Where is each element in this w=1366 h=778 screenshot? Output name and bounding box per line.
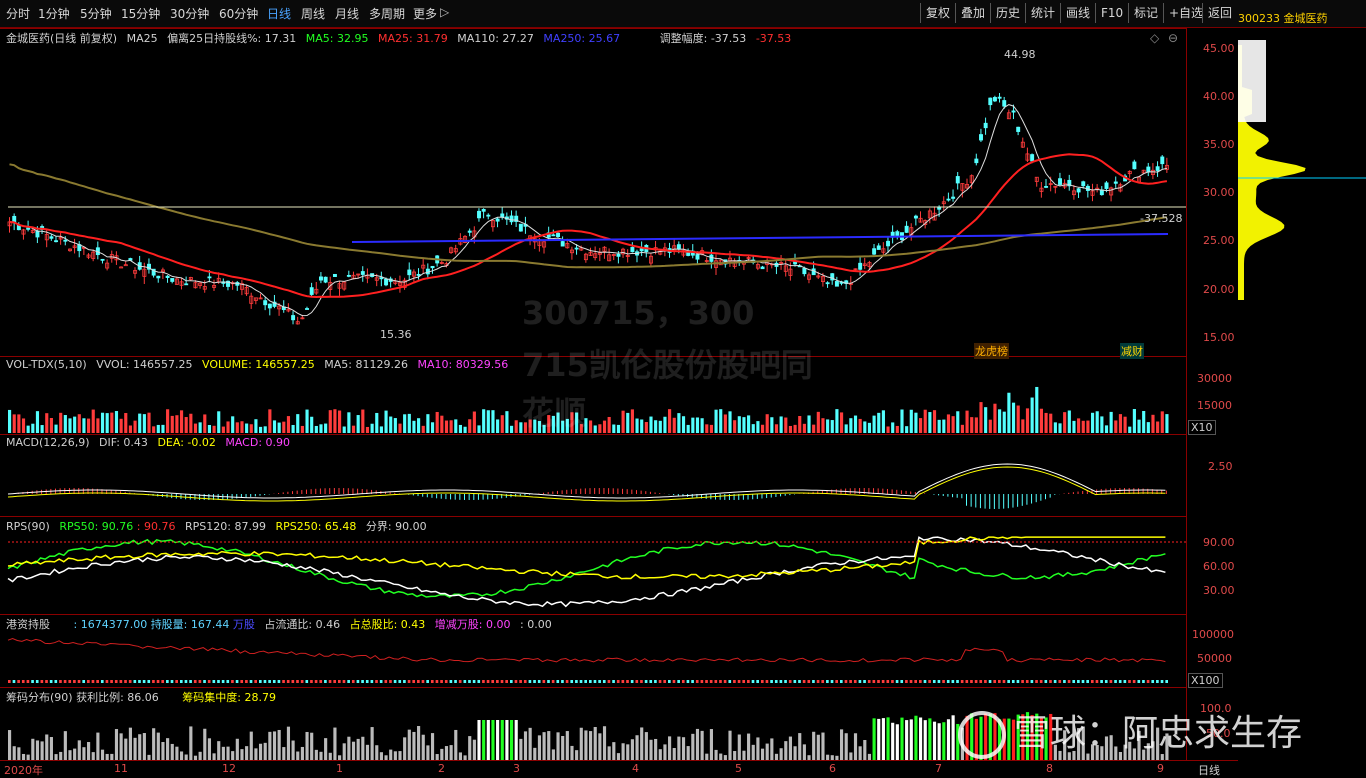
vol-y-tick: 15000 (1197, 399, 1232, 412)
macd-value: MACD: 0.90 (225, 436, 291, 449)
period-label: 日线 (1198, 764, 1220, 777)
hk-v1: : 1674377.00 (73, 618, 148, 631)
chip-title: 筹码分布(90) (6, 691, 73, 704)
collapse-icon[interactable]: ⊖ (1168, 31, 1178, 45)
x-label: 3 (513, 762, 520, 775)
x-label: 4 (632, 762, 639, 775)
x-label: 2020年 (4, 764, 43, 777)
volume-value: VOLUME: 146557.25 (202, 358, 315, 371)
watermark-line1: 300715，300 (522, 294, 755, 332)
low-label: 15.36 (380, 328, 412, 341)
x-label: 5 (735, 762, 742, 775)
watermark-line3: 花顺 (522, 394, 587, 432)
macd-panel: MACD(12,26,9) DIF: 0.43 DEA: -0.02 MACD:… (0, 434, 1186, 517)
macd-y-tick: 2.50 (1208, 460, 1233, 473)
ma25-value: MA25: 31.79 (377, 32, 448, 45)
vol-y-tick: 30000 (1197, 372, 1232, 385)
hk-total-ratio: 占总股比: 0.43 (349, 618, 426, 631)
y-tick: 25.00 (1203, 234, 1235, 247)
y-tick: 45.00 (1203, 42, 1235, 55)
right-label: -37.528 (1140, 212, 1183, 225)
x-label: 8 (1046, 762, 1053, 775)
x-label: 12 (222, 762, 236, 775)
y-tick: 30.00 (1203, 186, 1235, 199)
bias-label: 偏离25日持股线%: 17.31 (167, 32, 297, 45)
adjust-value: 调整幅度: -37.53 (659, 32, 747, 45)
rps120-value: RPS120: 87.99 (185, 520, 266, 533)
hk-hold: 持股量: 167.44 (150, 618, 230, 631)
y-tick: 40.00 (1203, 90, 1235, 103)
hk-unit: 万股 (232, 618, 255, 631)
hk-float-ratio: 占流通比: 0.46 (264, 618, 341, 631)
chip-concentration: 筹码集中度: 28.79 (182, 691, 276, 704)
ma250-value: MA250: 25.67 (543, 32, 621, 45)
adjust-value-2: -37.53 (755, 32, 792, 45)
main-title: 金城医药(日线 前复权) (6, 32, 118, 45)
y-tick: 35.00 (1203, 138, 1235, 151)
macd-title: MACD(12,26,9) (6, 436, 90, 449)
rps-y-tick: 30.00 (1203, 584, 1235, 597)
ma110-value: MA110: 27.27 (457, 32, 534, 45)
event-jiancai[interactable]: 减财 (1120, 343, 1144, 359)
high-label: 44.98 (1004, 48, 1036, 61)
x-label: 1 (336, 762, 343, 775)
rps-title: RPS(90) (6, 520, 50, 533)
dif-value: DIF: 0.43 (99, 436, 148, 449)
vol-ma10: MA10: 80329.56 (417, 358, 509, 371)
vol-ma5: MA5: 81129.26 (324, 358, 408, 371)
diamond-icon[interactable]: ◇ (1150, 31, 1159, 45)
vol-unit: X10 (1188, 420, 1216, 435)
chip-profit: 获利比例: 86.06 (76, 691, 159, 704)
xueqiu-logo-icon (958, 711, 1006, 759)
chip-distribution-upper (1238, 40, 1266, 122)
vol-title: VOL-TDX(5,10) (6, 358, 87, 371)
hk-y-tick: 100000 (1192, 628, 1234, 641)
hk-title: 港资持股 (6, 618, 50, 631)
rps250-value: RPS250: 65.48 (275, 520, 357, 533)
boundary-value: 分界: 90.00 (365, 520, 427, 533)
x-label: 11 (114, 762, 128, 775)
hk-change: 增减万股: 0.00 (434, 618, 511, 631)
rps-panel: RPS(90) RPS50: 90.76 : 90.76 RPS120: 87.… (0, 516, 1186, 615)
brand-text: 雪球：阿忠求生存 (1014, 713, 1303, 754)
x-label: 7 (935, 762, 942, 775)
event-longhubang[interactable]: 龙虎榜 (974, 343, 1009, 359)
x-label: 9 (1157, 762, 1164, 775)
rps-y-tick: 90.00 (1203, 536, 1235, 549)
brand-watermark: 雪球：阿忠求生存 (958, 704, 1302, 759)
hk-y-tick: 50000 (1197, 652, 1232, 665)
rps50b-value: : 90.76 (136, 520, 176, 533)
y-tick: 20.00 (1203, 283, 1235, 296)
ma-label: MA25 (126, 32, 158, 45)
y-tick: 15.00 (1203, 331, 1235, 344)
ma5-value: MA5: 32.95 (305, 32, 369, 45)
vvol-value: VVOL: 146557.25 (96, 358, 193, 371)
hk-scale: X100 (1188, 673, 1223, 688)
watermark-line2: 715凯伦股份股吧同 (522, 346, 813, 384)
rps-y-tick: 60.00 (1203, 560, 1235, 573)
hk-extra: : 0.00 (520, 618, 552, 631)
x-label: 6 (829, 762, 836, 775)
x-label: 2 (438, 762, 445, 775)
rps50-value: RPS50: 90.76 (59, 520, 134, 533)
hk-holding-panel: 港资持股 : 1674377.00 持股量: 167.44 万股 占流通比: 0… (0, 614, 1186, 688)
dea-value: DEA: -0.02 (157, 436, 216, 449)
